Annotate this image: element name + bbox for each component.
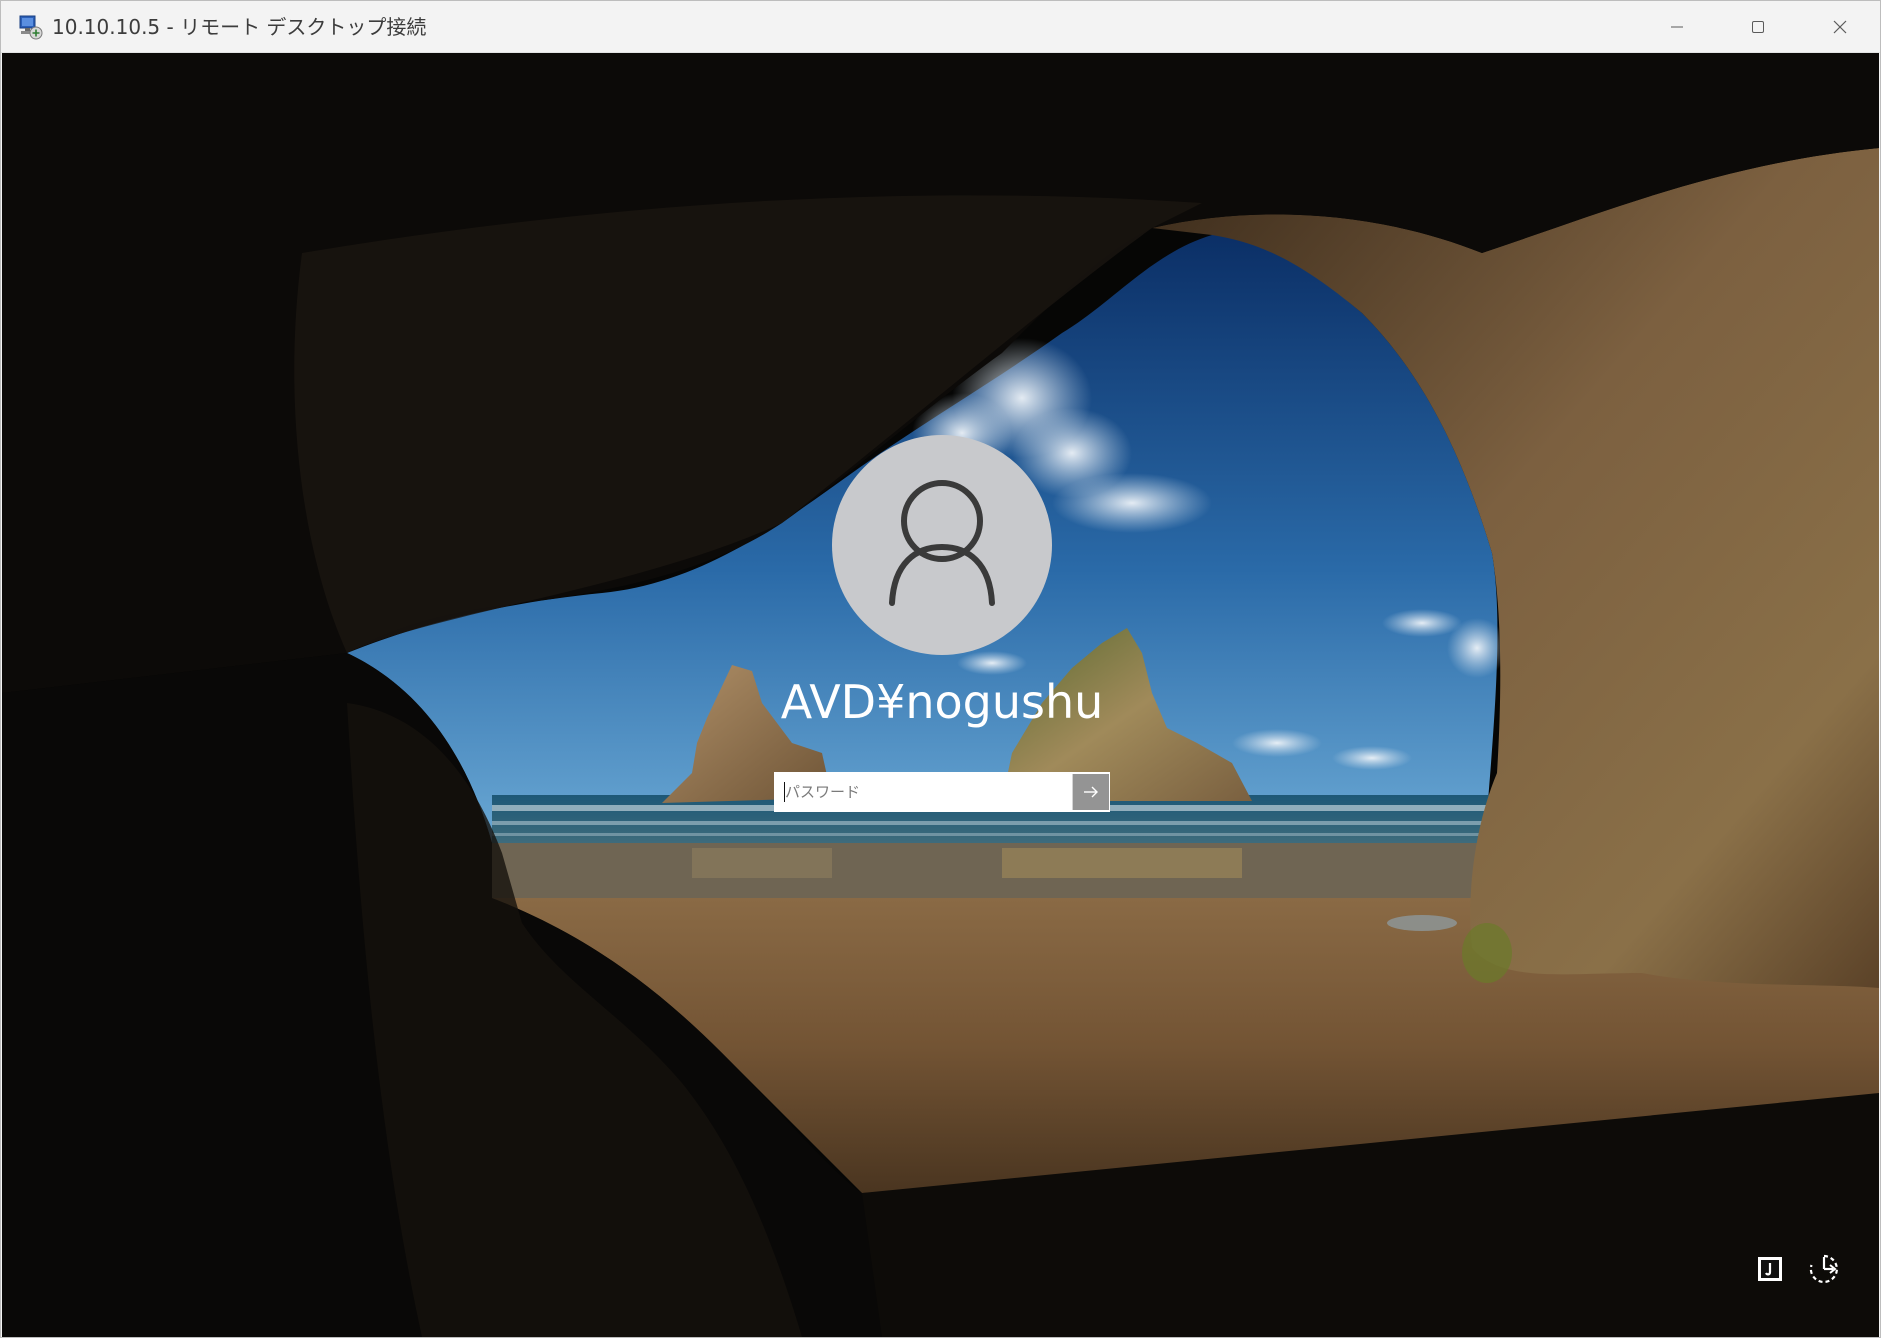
minimize-icon: [1671, 26, 1683, 27]
text-caret: [784, 782, 785, 802]
input-language-button[interactable]: [1748, 1247, 1792, 1291]
password-input[interactable]: [776, 774, 1072, 810]
user-icon: [889, 480, 995, 606]
minimize-button[interactable]: [1637, 1, 1717, 52]
password-field: [774, 772, 1110, 812]
user-avatar: [832, 435, 1052, 655]
title-bar[interactable]: 10.10.10.5 - リモート デスクトップ接続: [1, 1, 1880, 53]
close-icon: [1833, 20, 1847, 33]
maximize-icon: [1752, 20, 1764, 33]
accessibility-button[interactable]: [1802, 1247, 1846, 1291]
sign-in-submit-button[interactable]: [1072, 774, 1109, 810]
maximize-button[interactable]: [1718, 1, 1798, 52]
accessibility-icon: [1809, 1254, 1838, 1284]
window-title: 10.10.10.5 - リモート デスクトップ接続: [52, 15, 427, 39]
remote-desktop-icon[interactable]: [18, 14, 44, 40]
remote-session-view[interactable]: AVD¥nogushu: [2, 53, 1879, 1337]
account-username: AVD¥nogushu: [780, 675, 1104, 729]
remote-desktop-window: 10.10.10.5 - リモート デスクトップ接続 AVD¥nogushu: [0, 0, 1881, 1338]
arrow-right-icon: [1084, 786, 1098, 798]
close-button[interactable]: [1800, 1, 1880, 52]
input-language-icon: [1758, 1257, 1782, 1281]
